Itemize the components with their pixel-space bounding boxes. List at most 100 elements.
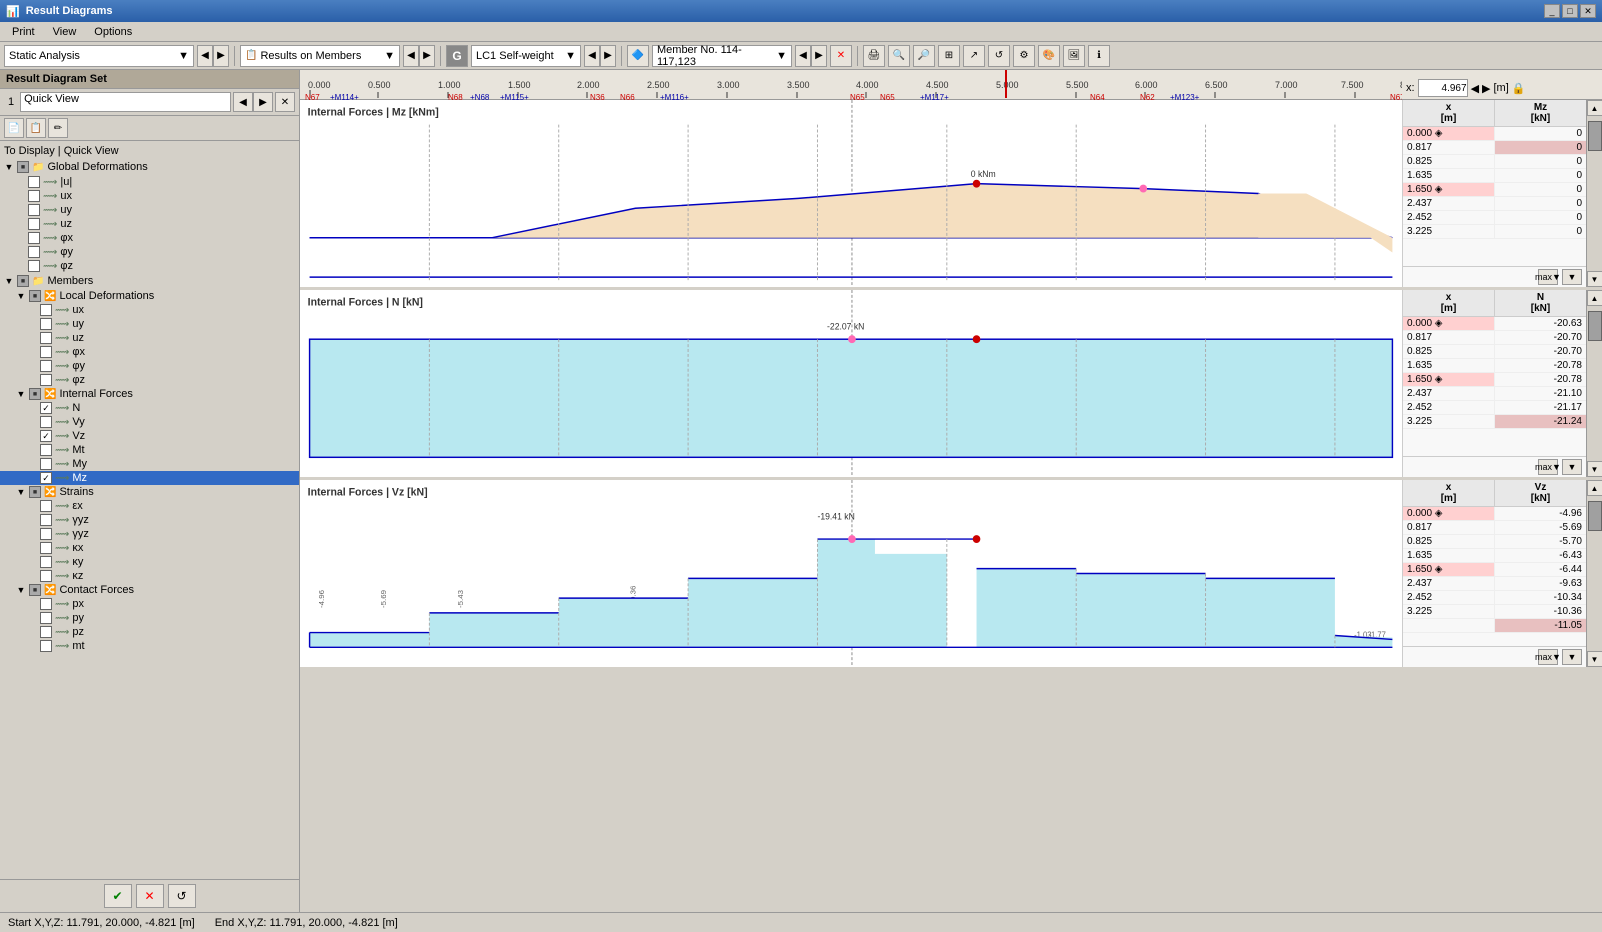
checkbox-phix[interactable]	[28, 232, 40, 244]
menu-view[interactable]: View	[45, 24, 85, 40]
checkbox-kx[interactable]	[40, 542, 52, 554]
checkbox-phiz[interactable]	[28, 260, 40, 272]
contact-forces-checkbox[interactable]	[29, 584, 41, 596]
tree-item-gyz2[interactable]: ⟿ γyz	[0, 527, 299, 541]
tree-item-ux[interactable]: ⟿ ux	[0, 189, 299, 203]
tree-item-u-abs[interactable]: ⟿ |u|	[0, 175, 299, 189]
scroll-down-mz[interactable]: ▼	[1587, 271, 1602, 287]
checkbox-ky[interactable]	[40, 556, 52, 568]
checkbox-phiy[interactable]	[28, 246, 40, 258]
set-dropdown[interactable]: Quick View	[20, 92, 231, 112]
minimize-button[interactable]: _	[1544, 4, 1560, 18]
tree-item-local-phiz[interactable]: ⟿ φz	[0, 373, 299, 387]
image-btn[interactable]: 🖼	[1063, 45, 1085, 67]
checkbox-ex[interactable]	[40, 500, 52, 512]
info-btn[interactable]: ℹ	[1088, 45, 1110, 67]
strains-checkbox[interactable]	[29, 486, 41, 498]
max-filter-n[interactable]: max▼	[1538, 459, 1558, 475]
tree-item-Mt[interactable]: ⟿ Mt	[0, 443, 299, 457]
analysis-prev-btn[interactable]: ◀	[197, 45, 213, 67]
checkbox-Vy[interactable]	[40, 416, 52, 428]
scroll-up-mz[interactable]: ▲	[1587, 100, 1602, 116]
scroll-track-mz[interactable]	[1587, 116, 1602, 271]
refresh-btn[interactable]: ↺	[168, 884, 196, 908]
checkbox-Mz[interactable]	[40, 472, 52, 484]
local-deformations-header[interactable]: ▼ 🔀 Local Deformations	[0, 289, 299, 303]
lc-prev-btn[interactable]: ◀	[584, 45, 600, 67]
checkbox-kz[interactable]	[40, 570, 52, 582]
checkbox-local-phix[interactable]	[40, 346, 52, 358]
tree-item-ky[interactable]: ⟿ κy	[0, 555, 299, 569]
scrollbar-vz[interactable]: ▲ ▼	[1586, 480, 1602, 667]
max-filter-vz[interactable]: max▼	[1538, 649, 1558, 665]
tree-item-pz[interactable]: ⟿ pz	[0, 625, 299, 639]
tree-item-phiz[interactable]: ⟿ φz	[0, 259, 299, 273]
global-deformations-header[interactable]: ▼ 📁 Global Deformations	[0, 159, 299, 175]
scroll-up-n[interactable]: ▲	[1587, 290, 1602, 306]
set-nav[interactable]: ◀ ▶	[233, 92, 273, 112]
filter-vz[interactable]: ▼	[1562, 649, 1582, 665]
lc-next-btn[interactable]: ▶	[600, 45, 616, 67]
title-bar-controls[interactable]: _ □ ✕	[1544, 4, 1596, 18]
color-btn[interactable]: 🎨	[1038, 45, 1060, 67]
scroll-thumb-mz[interactable]	[1588, 121, 1602, 151]
scroll-track-n[interactable]	[1587, 306, 1602, 461]
zoom-in-btn[interactable]: 🔍	[888, 45, 910, 67]
checkbox-My[interactable]	[40, 458, 52, 470]
zoom-out-btn[interactable]: 🔎	[913, 45, 935, 67]
checkbox-u-abs[interactable]	[28, 176, 40, 188]
checkbox-Mt[interactable]	[40, 444, 52, 456]
nav-left[interactable]: ◀	[1471, 82, 1479, 95]
tree-item-kz[interactable]: ⟿ κz	[0, 569, 299, 583]
scroll-thumb-n[interactable]	[1588, 311, 1602, 341]
tree-item-local-ux[interactable]: ⟿ ux	[0, 303, 299, 317]
max-filter-mz[interactable]: max▼	[1538, 269, 1558, 285]
checkbox-px[interactable]	[40, 598, 52, 610]
scroll-down-n[interactable]: ▼	[1587, 461, 1602, 477]
fit-btn[interactable]: ⊞	[938, 45, 960, 67]
tree-item-mt[interactable]: ⟿ mt	[0, 639, 299, 653]
copy-set-btn[interactable]: 📋	[26, 118, 46, 138]
results-next-btn[interactable]: ▶	[419, 45, 435, 67]
checkbox-uz[interactable]	[28, 218, 40, 230]
member-dropdown[interactable]: Member No. 114-117,123 ▼	[652, 45, 792, 67]
new-set-btn[interactable]: 📄	[4, 118, 24, 138]
g-button[interactable]: G	[446, 45, 468, 67]
results-dropdown[interactable]: 📋 Results on Members ▼	[240, 45, 400, 67]
settings-btn[interactable]: ⚙	[1013, 45, 1035, 67]
tree-item-local-phiy[interactable]: ⟿ φy	[0, 359, 299, 373]
global-deformations-checkbox[interactable]	[17, 161, 29, 173]
checkbox-local-ux[interactable]	[40, 304, 52, 316]
set-next-btn[interactable]: ▶	[253, 92, 273, 112]
menu-options[interactable]: Options	[86, 24, 140, 40]
analysis-next-btn[interactable]: ▶	[213, 45, 229, 67]
checkbox-N[interactable]	[40, 402, 52, 414]
scrollbar-n[interactable]: ▲ ▼	[1586, 290, 1602, 477]
maximize-button[interactable]: □	[1562, 4, 1578, 18]
checkbox-local-uy[interactable]	[40, 318, 52, 330]
scroll-up-vz[interactable]: ▲	[1587, 480, 1602, 496]
members-header[interactable]: ▼ 📁 Members	[0, 273, 299, 289]
tree-item-uy[interactable]: ⟿ uy	[0, 203, 299, 217]
checkbox-uy[interactable]	[28, 204, 40, 216]
tree-item-local-phix[interactable]: ⟿ φx	[0, 345, 299, 359]
members-checkbox[interactable]	[17, 275, 29, 287]
member-next-btn[interactable]: ▶	[811, 45, 827, 67]
rotate-btn[interactable]: ↺	[988, 45, 1010, 67]
tree-item-uz[interactable]: ⟿ uz	[0, 217, 299, 231]
filter-n[interactable]: ▼	[1562, 459, 1582, 475]
select-btn[interactable]: ↗	[963, 45, 985, 67]
tree-item-N[interactable]: ⟿ N	[0, 401, 299, 415]
tree-item-kx[interactable]: ⟿ κx	[0, 541, 299, 555]
nav-right[interactable]: ▶	[1482, 82, 1490, 95]
tree-item-Mz[interactable]: ⟿ Mz	[0, 471, 299, 485]
tree-item-ex[interactable]: ⟿ εx	[0, 499, 299, 513]
checkbox-pz[interactable]	[40, 626, 52, 638]
lock-icon[interactable]: 🔒	[1512, 82, 1526, 95]
member-x-btn[interactable]: ✕	[830, 45, 852, 67]
tree-item-py[interactable]: ⟿ py	[0, 611, 299, 625]
checkbox-ux[interactable]	[28, 190, 40, 202]
internal-forces-header[interactable]: ▼ 🔀 Internal Forces	[0, 387, 299, 401]
scroll-track-vz[interactable]	[1587, 496, 1602, 651]
tree-item-phix[interactable]: ⟿ φx	[0, 231, 299, 245]
